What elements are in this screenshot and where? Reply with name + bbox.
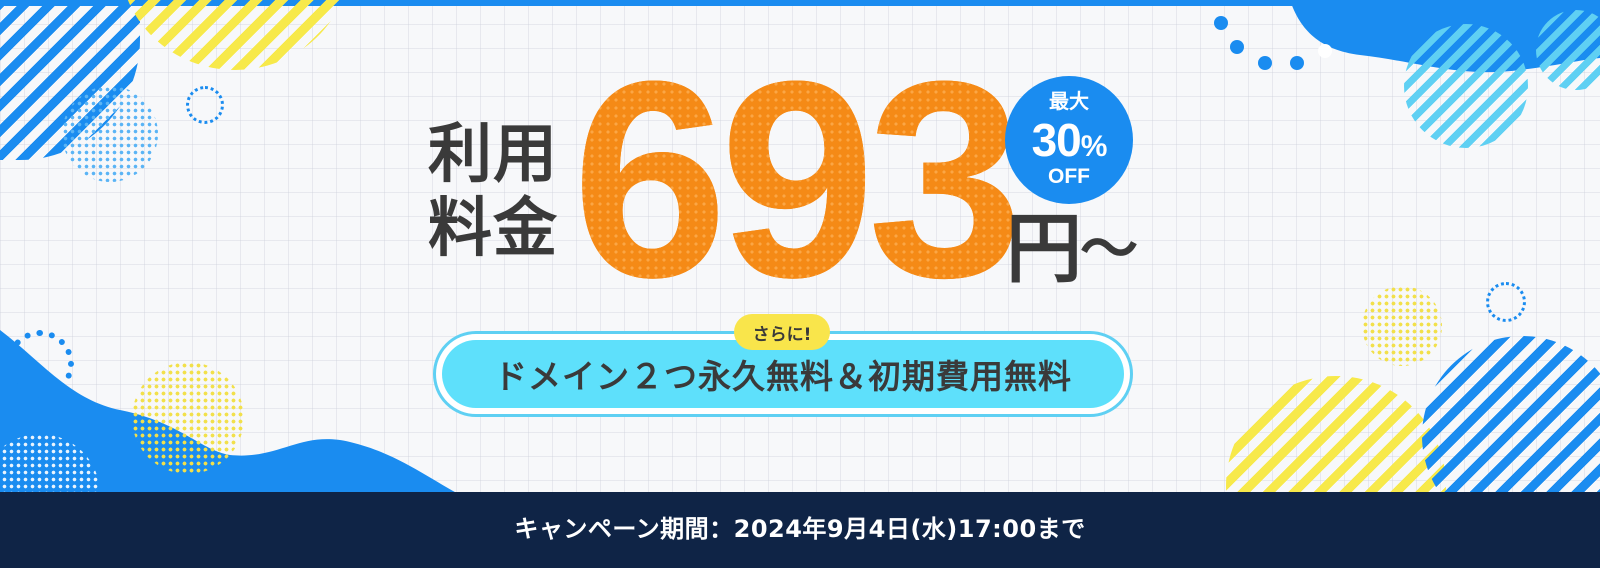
stripe-circle-icon — [120, 0, 350, 70]
dotted-ring-icon — [186, 86, 224, 124]
dot-pattern-circle-icon — [62, 86, 158, 182]
currency-label: 円 — [1006, 204, 1082, 293]
price-label-line2: 料金 — [428, 192, 558, 266]
stripe-circle-icon — [1404, 24, 1528, 148]
discount-percent-value: 30 — [1031, 114, 1082, 166]
discount-badge-percent: 30% — [1005, 116, 1133, 171]
price-label-line1: 利用 — [428, 118, 558, 192]
dotted-ring-icon — [6, 330, 74, 398]
discount-percent-sign: % — [1080, 130, 1108, 163]
campaign-banner[interactable]: 利用 料金 693 693 円 〜 最大 30% OFF ドメイン２つ永久無料＆… — [0, 0, 1600, 568]
dot-pattern-circle-icon — [132, 362, 244, 474]
blue-blob-shape — [1290, 0, 1600, 73]
top-accent-bar — [0, 0, 1600, 6]
campaign-footer: キャンペーン期間：2024年9月4日(水)17:00まで — [0, 492, 1600, 568]
dot-pattern-circle-icon — [1362, 286, 1442, 366]
discount-badge: 最大 30% OFF — [1005, 76, 1133, 204]
price-suffix: 〜 — [1080, 215, 1139, 283]
discount-badge-off: OFF — [1048, 165, 1090, 188]
offer-text: ドメイン２つ永久無料＆初期費用無料 — [494, 357, 1072, 396]
offer-pill: ドメイン２つ永久無料＆初期費用無料 — [442, 340, 1124, 408]
blue-blob-shape — [0, 330, 470, 500]
stripe-circle-icon — [1536, 10, 1600, 90]
campaign-period: キャンペーン期間：2024年9月4日(水)17:00まで — [514, 514, 1086, 543]
sarani-tag: さらに! — [734, 314, 830, 350]
dot-trail-icon — [1212, 14, 1342, 74]
discount-badge-max: 最大 — [1049, 89, 1089, 113]
price-label: 利用 料金 — [428, 118, 558, 266]
price-amount-texture: 693 — [572, 24, 1023, 336]
dotted-ring-icon — [1486, 282, 1526, 322]
stripe-circle-icon — [0, 0, 140, 160]
